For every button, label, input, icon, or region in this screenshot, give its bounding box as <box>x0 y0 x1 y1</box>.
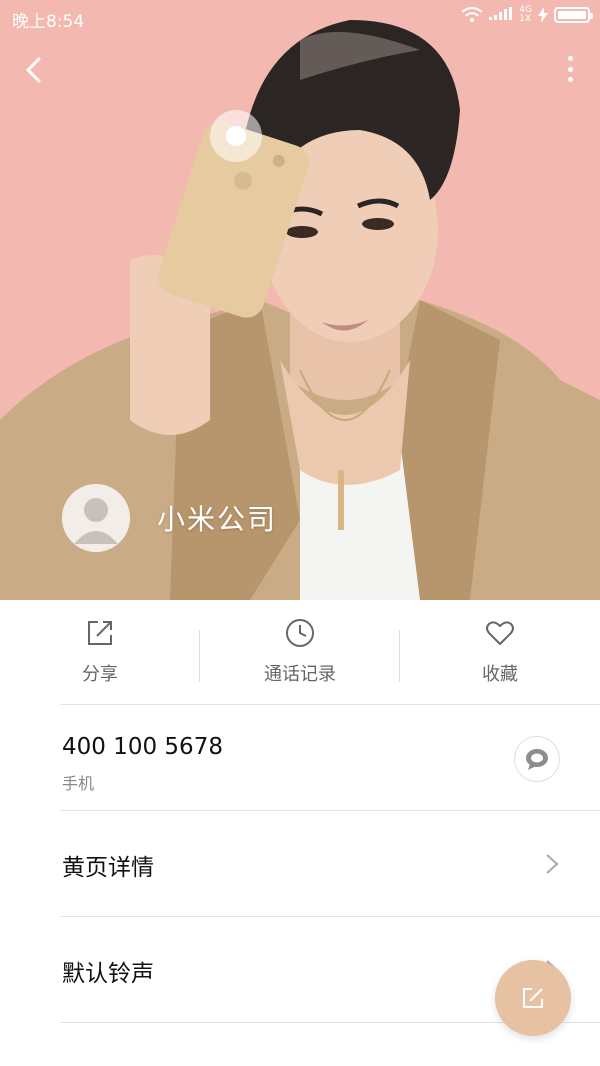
back-arrow-icon <box>25 57 41 83</box>
chevron-right-icon <box>546 854 559 874</box>
default-avatar-icon <box>62 484 130 552</box>
status-time: 晚上8:54 <box>12 12 85 32</box>
status-bar: 晚上8:54 4G 1X <box>0 0 600 36</box>
share-label: 分享 <box>82 664 118 685</box>
contact-detail-screen: 晚上8:54 4G 1X 小米公司 分享 通话记录 收藏 400 100 567… <box>0 0 600 1066</box>
network-type: 4G 1X <box>519 6 532 24</box>
action-bar: 分享 通话记录 收藏 <box>0 600 600 704</box>
back-button[interactable] <box>16 50 56 90</box>
edit-icon <box>523 988 543 1008</box>
phone-number-row[interactable]: 400 100 5678 手机 <box>0 706 600 810</box>
edit-contact-button[interactable] <box>495 960 571 1036</box>
share-button[interactable]: 分享 <box>0 600 200 704</box>
contact-photo-header: 晚上8:54 4G 1X 小米公司 <box>0 0 600 600</box>
more-options-button[interactable] <box>560 52 580 86</box>
contact-avatar[interactable] <box>62 484 130 552</box>
favorite-button[interactable]: 收藏 <box>400 600 600 704</box>
yellow-pages-row[interactable]: 黄页详情 <box>0 812 600 916</box>
ringtone-label: 默认铃声 <box>62 961 154 987</box>
more-dot <box>567 56 573 61</box>
divider <box>60 704 600 705</box>
phone-type: 手机 <box>62 774 95 793</box>
share-icon <box>88 621 112 645</box>
call-log-button[interactable]: 通话记录 <box>200 600 400 704</box>
heart-icon <box>486 621 514 645</box>
favorite-label: 收藏 <box>482 664 518 685</box>
signal-icon <box>489 7 513 20</box>
contact-name: 小米公司 <box>157 503 278 536</box>
divider <box>60 916 600 917</box>
message-icon <box>526 749 548 770</box>
send-message-button[interactable] <box>514 736 560 782</box>
charging-icon <box>538 7 548 23</box>
wifi-icon <box>461 7 483 22</box>
network-bottom: 1X <box>519 14 532 24</box>
status-icons: 4G 1X <box>461 6 593 24</box>
clock-icon <box>286 619 314 647</box>
more-dot <box>567 66 573 72</box>
more-dot <box>567 77 573 82</box>
phone-number: 400 100 5678 <box>62 734 223 760</box>
battery-icon <box>554 7 593 23</box>
call-log-label: 通话记录 <box>264 664 336 685</box>
yellow-pages-label: 黄页详情 <box>62 855 154 881</box>
divider <box>60 810 600 811</box>
